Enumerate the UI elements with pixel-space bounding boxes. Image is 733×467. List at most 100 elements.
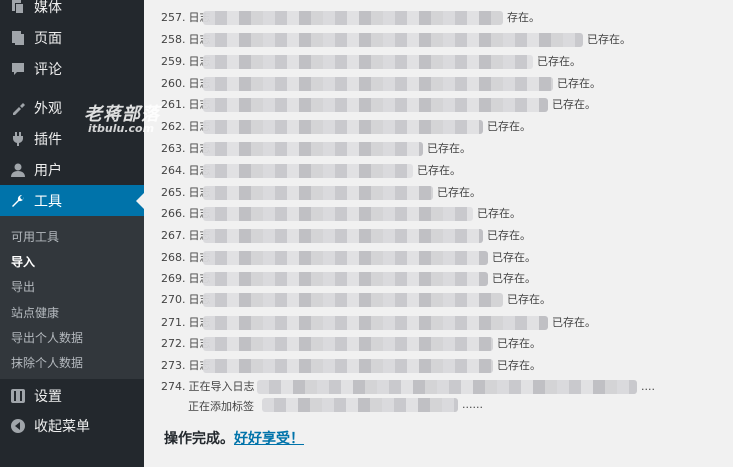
redacted-title [203,207,473,221]
tag-line-suffix: ...... [462,398,483,411]
log-line-status: 已存在。 [477,207,521,220]
menu-plugins-label: 插件 [34,132,62,148]
redacted-title [203,142,423,156]
log-line-status: .... [641,380,655,393]
enjoy-link[interactable]: 好好享受！ [234,431,304,447]
log-line-status: 已存在。 [497,337,541,350]
redacted-title [203,251,488,265]
log-line: 274. 正在导入日志.... [161,380,655,394]
log-line-number: 270. [161,293,186,306]
log-line-number: 260. [161,77,186,90]
menu-media[interactable]: 媒体 [0,0,144,23]
tag-line: 正在添加标签...... [188,398,483,414]
tools-submenu: 可用工具 导入 导出 站点健康 导出个人数据 抹除个人数据 [0,216,144,379]
log-line-status: 已存在。 [427,142,471,155]
log-line: 272. 日志 已存在。 [161,337,541,351]
user-icon [8,160,28,180]
redacted-title [203,164,413,178]
log-line: 269. 日志 已存在。 [161,272,536,286]
log-line-number: 259. [161,55,186,68]
redacted-title [203,359,493,373]
redacted-title [203,337,493,351]
import-log: 257. 日志 存在。 258. 日志 已存在。 259. 日志 已存在。 260. 日志 已存在。 2… [144,0,733,467]
log-line-status: 已存在。 [497,359,541,372]
complete-text: 操作完成。 [164,431,234,447]
log-line-number: 264. [161,164,186,177]
page-icon [8,28,28,48]
import-complete-message: 操作完成。好好享受！ [164,428,304,448]
log-line: 262. 日志 已存在。 [161,120,531,134]
log-line-status: 已存在。 [487,120,531,133]
log-line-number: 257. [161,11,186,24]
redacted-title [203,11,503,25]
log-line: 264. 日志 已存在。 [161,164,461,178]
menu-tools-label: 工具 [34,194,62,210]
redacted-title [203,55,533,69]
redacted-title [257,380,637,394]
log-line-number: 269. [161,272,186,285]
wrench-icon [8,191,28,211]
log-line-status: 已存在。 [417,164,461,177]
redacted-title [203,316,548,330]
menu-tools[interactable]: 工具 [0,185,144,217]
log-line-number: 274. [161,380,186,393]
log-line-status: 已存在。 [507,293,551,306]
menu-collapse-label: 收起菜单 [34,419,90,435]
submenu-erase-personal-data[interactable]: 抹除个人数据 [11,354,83,371]
log-line-status: 已存在。 [587,33,631,46]
redacted-tag [262,398,458,412]
menu-appearance[interactable]: 外观 [0,92,144,124]
log-line: 268. 日志 已存在。 [161,251,536,265]
menu-pages-label: 页面 [34,31,62,47]
tag-line-text: 正在添加标签 [188,400,254,413]
submenu-site-health[interactable]: 站点健康 [11,304,59,321]
submenu-import[interactable]: 导入 [11,253,35,270]
menu-plugins[interactable]: 插件 [0,123,144,155]
redacted-title [203,120,483,134]
settings-icon [8,386,28,406]
admin-sidebar: 媒体 页面 评论 外观 插件 用户 工具 可用工具 导入 导出 站点健康 导出个… [0,0,159,467]
log-line-status: 已存在。 [537,55,581,68]
log-line-number: 258. [161,33,186,46]
redacted-title [203,77,553,91]
log-line: 259. 日志 已存在。 [161,55,581,69]
log-line-number: 267. [161,229,186,242]
log-line: 265. 日志 已存在。 [161,186,481,200]
submenu-available-tools[interactable]: 可用工具 [11,228,59,245]
menu-media-label: 媒体 [34,0,62,16]
menu-appearance-label: 外观 [34,101,62,117]
log-line: 258. 日志 已存在。 [161,33,631,47]
menu-collapse[interactable]: 收起菜单 [0,410,144,442]
log-line-number: 268. [161,251,186,264]
menu-users-label: 用户 [34,163,62,179]
log-line: 266. 日志 已存在。 [161,207,521,221]
log-line: 257. 日志 存在。 [161,11,540,25]
redacted-title [203,272,488,286]
log-line-status: 已存在。 [437,186,481,199]
menu-settings-label: 设置 [34,389,62,405]
menu-comments[interactable]: 评论 [0,53,144,85]
log-line-status: 存在。 [507,11,540,24]
log-line: 263. 日志 已存在。 [161,142,471,156]
submenu-export-personal-data[interactable]: 导出个人数据 [11,329,83,346]
appearance-icon [8,98,28,118]
log-line-number: 266. [161,207,186,220]
log-line-status: 已存在。 [492,251,536,264]
log-line-status: 已存在。 [552,98,596,111]
menu-pages[interactable]: 页面 [0,22,144,54]
log-line: 270. 日志 已存在。 [161,293,551,307]
plugin-icon [8,129,28,149]
menu-users[interactable]: 用户 [0,154,144,186]
submenu-export[interactable]: 导出 [11,278,35,295]
log-line: 273. 日志 已存在。 [161,359,541,373]
redacted-title [203,229,483,243]
log-line-status: 已存在。 [557,77,601,90]
redacted-title [203,293,503,307]
log-line: 261. 日志 已存在。 [161,98,596,112]
log-line: 271. 日志 已存在。 [161,316,596,330]
log-line-number: 263. [161,142,186,155]
log-line: 260. 日志 已存在。 [161,77,601,91]
log-line-status: 已存在。 [552,316,596,329]
menu-settings[interactable]: 设置 [0,380,144,412]
log-line-number: 273. [161,359,186,372]
